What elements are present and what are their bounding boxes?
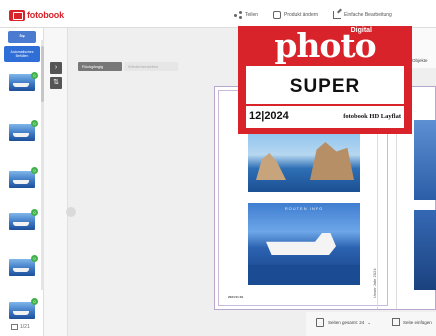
photobook-logo-icon	[9, 9, 25, 21]
simple-edit-button[interactable]: Einfache Bearbeitung	[333, 11, 392, 19]
page-footer-text[interactable]: 2024 01 09	[228, 295, 243, 299]
share-button[interactable]: Teilen	[234, 11, 258, 19]
total-pages-label: Seiten gesamt: 24	[328, 320, 365, 325]
award-badge: photo Digital SUPER 12|2024 fotobook HD …	[238, 26, 412, 134]
change-product-label: Produkt ändern	[284, 12, 319, 18]
canvas-handle[interactable]	[66, 207, 76, 217]
add-page-button[interactable]: Seite einfügen	[392, 318, 432, 326]
redo-button[interactable]: Wiederherstellen	[124, 62, 178, 71]
magazine-brand-prefix: Digital	[350, 27, 372, 34]
photo-cliffs[interactable]	[248, 130, 360, 192]
tool-column: › ⇅	[44, 28, 68, 336]
thumbnail-badge: 0	[31, 255, 38, 262]
photo-caption[interactable]: ROUTEN INFO	[268, 206, 340, 211]
award-product: fotobook HD Layflat	[343, 113, 401, 120]
simple-edit-label: Einfache Bearbeitung	[344, 12, 392, 18]
change-product-button[interactable]: Produkt ändern	[273, 11, 318, 19]
award-box: SUPER 12|2024 fotobook HD Layflat	[246, 66, 404, 128]
ship-shape	[266, 233, 336, 255]
thumbnail-badge: 0	[31, 120, 38, 127]
award-issue: 12|2024	[249, 110, 289, 122]
sea-shape	[248, 265, 360, 285]
thumbnail-badge: 0	[31, 209, 38, 216]
pages-icon	[11, 324, 18, 330]
page-thumbnail[interactable]	[9, 259, 35, 276]
share-icon	[234, 11, 242, 19]
page-icon	[316, 318, 324, 327]
fotobook-logo[interactable]: fotobook	[9, 9, 64, 21]
auto-fill-button[interactable]: Automatisches Befüllen	[4, 46, 40, 62]
page-counter: 1/21	[20, 324, 30, 330]
pages-tab-icon[interactable]: ⇋	[8, 31, 36, 43]
undo-button[interactable]: Rückgängig	[78, 62, 122, 71]
top-bar: fotobook Teilen Produkt ändern Einfache …	[0, 0, 436, 28]
swap-pages-button[interactable]: ⇅	[50, 77, 62, 89]
tab-objects[interactable]: Objekte	[412, 58, 428, 63]
logo-text: fotobook	[27, 10, 64, 20]
thumbnail-badge: 0	[31, 167, 38, 174]
editor-app: fotobook Teilen Produkt ändern Einfache …	[0, 0, 436, 336]
rock-shape	[256, 153, 286, 180]
page-thumbnail[interactable]	[9, 302, 35, 319]
photo-cruise-ship[interactable]	[248, 203, 360, 285]
rock-shape	[310, 142, 354, 180]
divider	[246, 104, 404, 106]
add-page-label: Seite einfügen	[403, 319, 432, 325]
total-pages-select[interactable]: Seiten gesamt: 24 ⌄	[316, 318, 371, 327]
add-page-icon	[392, 318, 400, 326]
page-thumbnail[interactable]	[9, 213, 35, 230]
award-rating: SUPER	[289, 76, 361, 97]
spine-text[interactable]: Unser Jahr 2024	[372, 268, 377, 298]
edit-icon	[333, 11, 341, 19]
page-thumbnail[interactable]	[9, 171, 35, 188]
expand-panel-button[interactable]: ›	[50, 62, 62, 74]
product-icon	[273, 11, 281, 19]
badge-header: photo Digital	[238, 26, 412, 66]
share-label: Teilen	[245, 12, 259, 18]
thumbnail-badge: 0	[31, 72, 38, 79]
chevron-down-icon: ⌄	[367, 319, 372, 325]
page-thumbnail[interactable]	[9, 124, 35, 141]
photo-right-page[interactable]	[414, 120, 436, 200]
thumbnail-badge: 0	[31, 298, 38, 305]
photo-right-page[interactable]	[414, 210, 436, 290]
